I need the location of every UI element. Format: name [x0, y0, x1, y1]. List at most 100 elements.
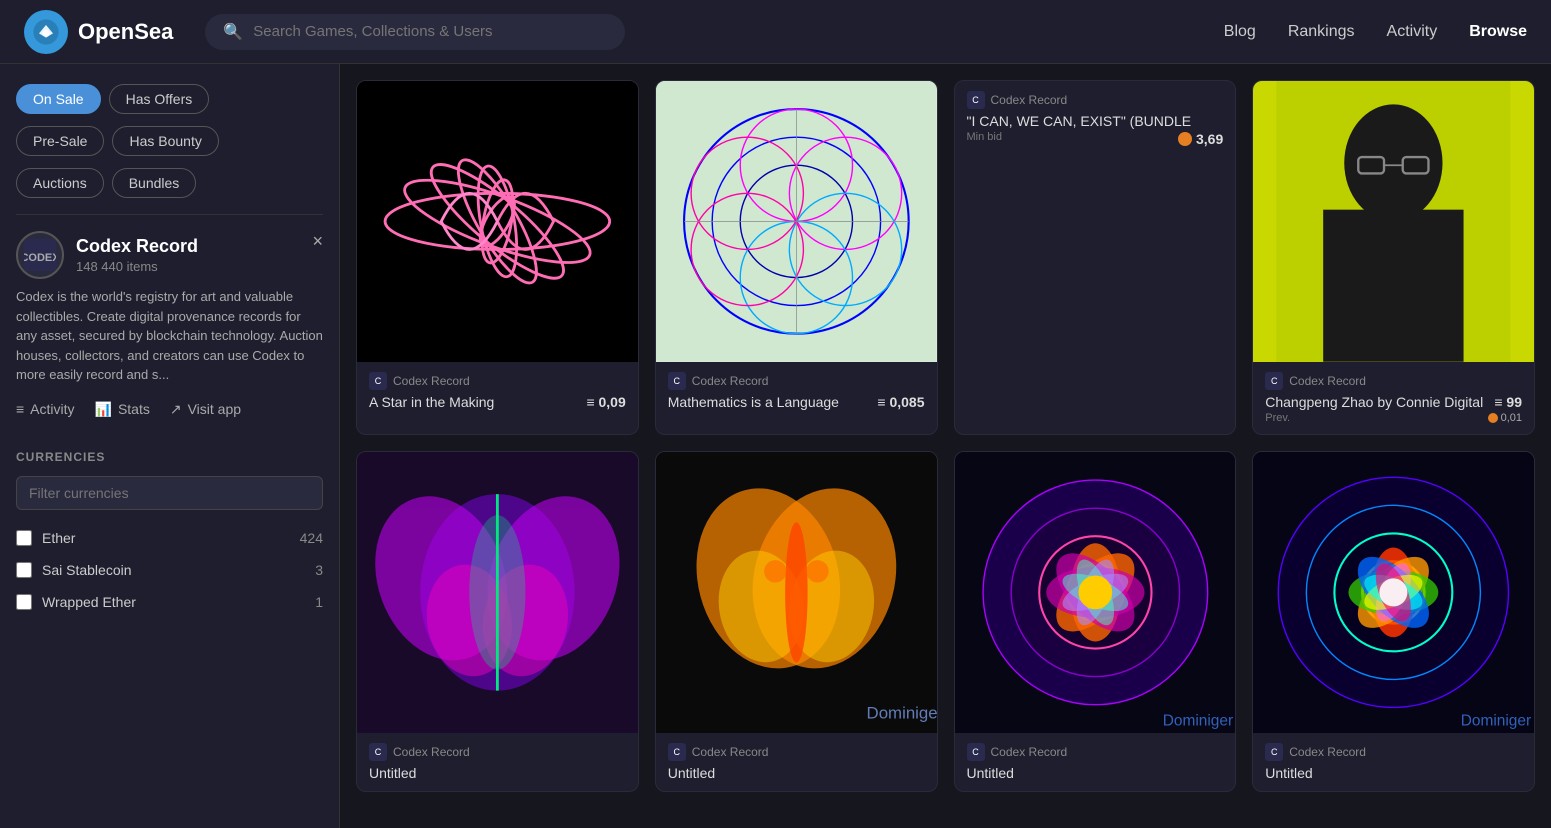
collection-avatar: CODEX: [16, 231, 64, 279]
nft-title-row-6: Untitled: [668, 765, 925, 781]
collection-header: CODEX Codex Record 148 440 items ×: [16, 231, 323, 279]
nft-title-6: Untitled: [668, 765, 925, 781]
logo-text: OpenSea: [78, 19, 173, 45]
ether-name: Ether: [42, 530, 290, 546]
filter-has-offers[interactable]: Has Offers: [109, 84, 210, 114]
nft-title-8: Untitled: [1265, 765, 1522, 781]
visit-app-label: Visit app: [188, 401, 241, 417]
activity-icon: ≡: [16, 401, 24, 417]
search-bar[interactable]: 🔍: [205, 14, 625, 50]
nft-title-row-8: Untitled: [1265, 765, 1522, 781]
search-input[interactable]: [253, 23, 607, 40]
currency-wrapped-ether: Wrapped Ether 1: [16, 586, 323, 618]
filter-has-bounty[interactable]: Has Bounty: [112, 126, 218, 156]
stats-label: Stats: [118, 401, 150, 417]
close-collection-button[interactable]: ×: [312, 231, 323, 252]
ether-checkbox[interactable]: [16, 530, 32, 546]
stats-action[interactable]: 📊 Stats: [95, 401, 150, 418]
collection-description: Codex is the world's registry for art an…: [16, 287, 323, 385]
currency-filter-wrap: [16, 476, 323, 510]
collection-icon-5: C: [369, 743, 387, 761]
filter-on-sale[interactable]: On Sale: [16, 84, 101, 114]
nft-image-4: [1253, 81, 1534, 362]
nft-info-6: C Codex Record Untitled: [656, 733, 937, 791]
nft-card-2[interactable]: C Codex Record Mathematics is a Language…: [655, 80, 938, 435]
nft-info-4: C Codex Record Changpeng Zhao by Connie …: [1253, 362, 1534, 434]
collection-icon-8: C: [1265, 743, 1283, 761]
main-content: C Codex Record A Star in the Making ≡ 0,…: [340, 64, 1551, 828]
visit-app-action[interactable]: ↗ Visit app: [170, 401, 241, 418]
main-nav: Blog Rankings Activity Browse: [1224, 23, 1527, 41]
collection-name-2: Codex Record: [692, 374, 769, 388]
collection-name-4: Codex Record: [1289, 374, 1366, 388]
nft-title-row-5: Untitled: [369, 765, 626, 781]
filter-row-3: Auctions Bundles: [16, 168, 323, 198]
nft-sub-row-4: Prev. 0,01: [1265, 412, 1522, 424]
nft-title-row-4: Changpeng Zhao by Connie Digital ≡ 99: [1265, 394, 1522, 410]
nft-info-3: C Codex Record "I CAN, WE CAN, EXIST" (B…: [955, 81, 1236, 159]
filter-pre-sale[interactable]: Pre-Sale: [16, 126, 104, 156]
collection-info: Codex Record 148 440 items: [76, 236, 198, 274]
nft-card-1[interactable]: C Codex Record A Star in the Making ≡ 0,…: [356, 80, 639, 435]
nft-collection-row-7: C Codex Record: [967, 743, 1224, 761]
nft-card-3[interactable]: Bundle Auction ⏱ 5 days left C Codex Rec…: [954, 80, 1237, 435]
ether-count: 424: [300, 530, 323, 546]
nft-card-8[interactable]: Dominiger C Codex Record Untitled: [1252, 451, 1535, 792]
nft-sub-row-3: Min bid 3,69: [967, 131, 1224, 149]
activity-action[interactable]: ≡ Activity: [16, 401, 75, 418]
nft-image-7: Dominiger: [955, 452, 1236, 733]
currencies-section: CURRENCIES Ether 424 Sai Stablecoin 3 Wr…: [16, 450, 323, 618]
collection-icon-3: C: [967, 91, 985, 109]
nft-prev-price-4: 0,01: [1488, 412, 1522, 424]
collection-name-6: Codex Record: [692, 745, 769, 759]
filter-row-2: Pre-Sale Has Bounty: [16, 126, 323, 156]
nav-activity[interactable]: Activity: [1387, 23, 1438, 41]
collection-name-1: Codex Record: [393, 374, 470, 388]
collection-icon-6: C: [668, 743, 686, 761]
nav-rankings[interactable]: Rankings: [1288, 23, 1355, 41]
nft-price-3: 3,69: [1178, 131, 1223, 149]
logo-area[interactable]: OpenSea: [24, 10, 173, 54]
wrapped-ether-name: Wrapped Ether: [42, 594, 305, 610]
sidebar: On Sale Has Offers Pre-Sale Has Bounty A…: [0, 64, 340, 828]
nft-image-5: [357, 452, 638, 733]
nft-card-7[interactable]: Dominiger C Codex Record Untitled: [954, 451, 1237, 792]
currency-ether: Ether 424: [16, 522, 323, 554]
nft-title-row-7: Untitled: [967, 765, 1224, 781]
wrapped-ether-checkbox[interactable]: [16, 594, 32, 610]
nft-image-6: Dominiger: [656, 452, 937, 733]
nft-title-7: Untitled: [967, 765, 1224, 781]
stats-icon: 📊: [95, 401, 112, 418]
nft-collection-row-4: C Codex Record: [1265, 372, 1522, 390]
nft-image-1: [357, 81, 638, 362]
nft-collection-row-8: C Codex Record: [1265, 743, 1522, 761]
nft-collection-row-6: C Codex Record: [668, 743, 925, 761]
nft-price-label-3: Min bid: [967, 131, 1002, 149]
nft-collection-row-5: C Codex Record: [369, 743, 626, 761]
collection-count: 148 440 items: [76, 259, 198, 274]
collection-name-7: Codex Record: [991, 745, 1068, 759]
main-layout: On Sale Has Offers Pre-Sale Has Bounty A…: [0, 64, 1551, 828]
collection-name-8: Codex Record: [1289, 745, 1366, 759]
nft-info-7: C Codex Record Untitled: [955, 733, 1236, 791]
activity-label: Activity: [30, 401, 74, 417]
nft-card-6[interactable]: Dominiger C Codex Record Untitled: [655, 451, 938, 792]
nav-browse[interactable]: Browse: [1469, 23, 1527, 41]
filter-auctions[interactable]: Auctions: [16, 168, 104, 198]
nft-title-3: "I CAN, WE CAN, EXIST" (BUNDLE: [967, 113, 1224, 129]
nft-title-1: A Star in the Making: [369, 394, 586, 410]
filter-bundles[interactable]: Bundles: [112, 168, 197, 198]
nft-card-5[interactable]: C Codex Record Untitled: [356, 451, 639, 792]
nft-title-row-2: Mathematics is a Language ≡ 0,085: [668, 394, 925, 410]
nft-prev-label-4: Prev.: [1265, 412, 1290, 424]
nft-price-2: ≡ 0,085: [877, 394, 924, 410]
sai-checkbox[interactable]: [16, 562, 32, 578]
nft-info-2: C Codex Record Mathematics is a Language…: [656, 362, 937, 420]
currency-filter-input[interactable]: [16, 476, 323, 510]
collection-name-5: Codex Record: [393, 745, 470, 759]
collection-name: Codex Record: [76, 236, 198, 257]
nft-info-5: C Codex Record Untitled: [357, 733, 638, 791]
nft-card-4[interactable]: C Codex Record Changpeng Zhao by Connie …: [1252, 80, 1535, 435]
nav-blog[interactable]: Blog: [1224, 23, 1256, 41]
nft-collection-row-3: C Codex Record: [967, 91, 1224, 109]
